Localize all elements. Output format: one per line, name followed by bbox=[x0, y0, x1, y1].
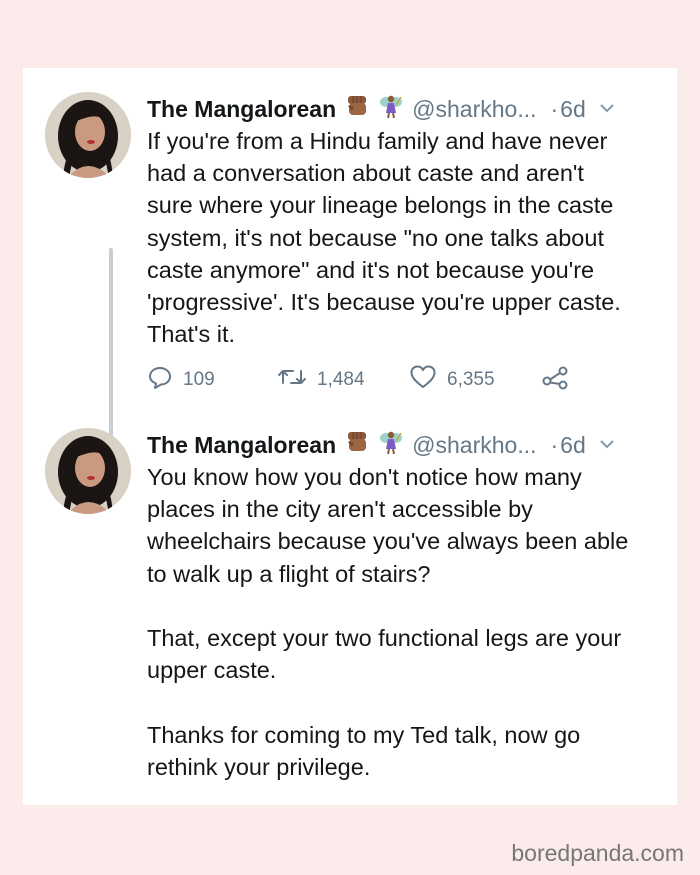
avatar[interactable] bbox=[45, 428, 131, 514]
watermark: boredpanda.com bbox=[511, 840, 684, 866]
author-handle[interactable]: @sharkho... bbox=[412, 95, 536, 123]
tweet-timestamp[interactable]: 6d bbox=[560, 431, 586, 459]
raised-fist-icon bbox=[344, 93, 370, 125]
share-button[interactable] bbox=[541, 360, 569, 400]
separator-dot: · bbox=[550, 432, 559, 458]
fairy-icon bbox=[378, 93, 404, 125]
tweet-header: The Mangalorean @sharkho... · 6d bbox=[147, 431, 659, 459]
raised-fist-icon bbox=[344, 429, 370, 461]
avatar[interactable] bbox=[45, 92, 131, 178]
tweet-text: If you're from a Hindu family and have n… bbox=[147, 128, 621, 348]
reply-icon bbox=[147, 364, 173, 396]
heart-icon bbox=[409, 364, 437, 396]
tweet-text: You know how you don't notice how many p… bbox=[147, 464, 629, 780]
chevron-down-icon[interactable] bbox=[598, 95, 616, 123]
fairy-icon bbox=[378, 429, 404, 461]
retweet-button[interactable]: 1,484 bbox=[277, 360, 365, 400]
reply-count: 109 bbox=[183, 369, 215, 390]
author-handle[interactable]: @sharkho... bbox=[412, 431, 536, 459]
tweet-timestamp[interactable]: 6d bbox=[560, 95, 586, 123]
like-button[interactable]: 6,355 bbox=[409, 360, 495, 400]
tweet-thread-card: The Mangalorean @sharkho... · 6d If you'… bbox=[23, 68, 677, 805]
author-name[interactable]: The Mangalorean bbox=[147, 431, 336, 459]
retweet-icon bbox=[277, 364, 307, 396]
reply-button[interactable]: 109 bbox=[147, 360, 215, 400]
share-icon bbox=[541, 364, 569, 396]
chevron-down-icon[interactable] bbox=[598, 431, 616, 459]
retweet-count: 1,484 bbox=[317, 369, 365, 390]
tweet-header: The Mangalorean @sharkho... · 6d bbox=[147, 95, 659, 123]
author-name[interactable]: The Mangalorean bbox=[147, 95, 336, 123]
like-count: 6,355 bbox=[447, 369, 495, 390]
separator-dot: · bbox=[550, 96, 559, 122]
